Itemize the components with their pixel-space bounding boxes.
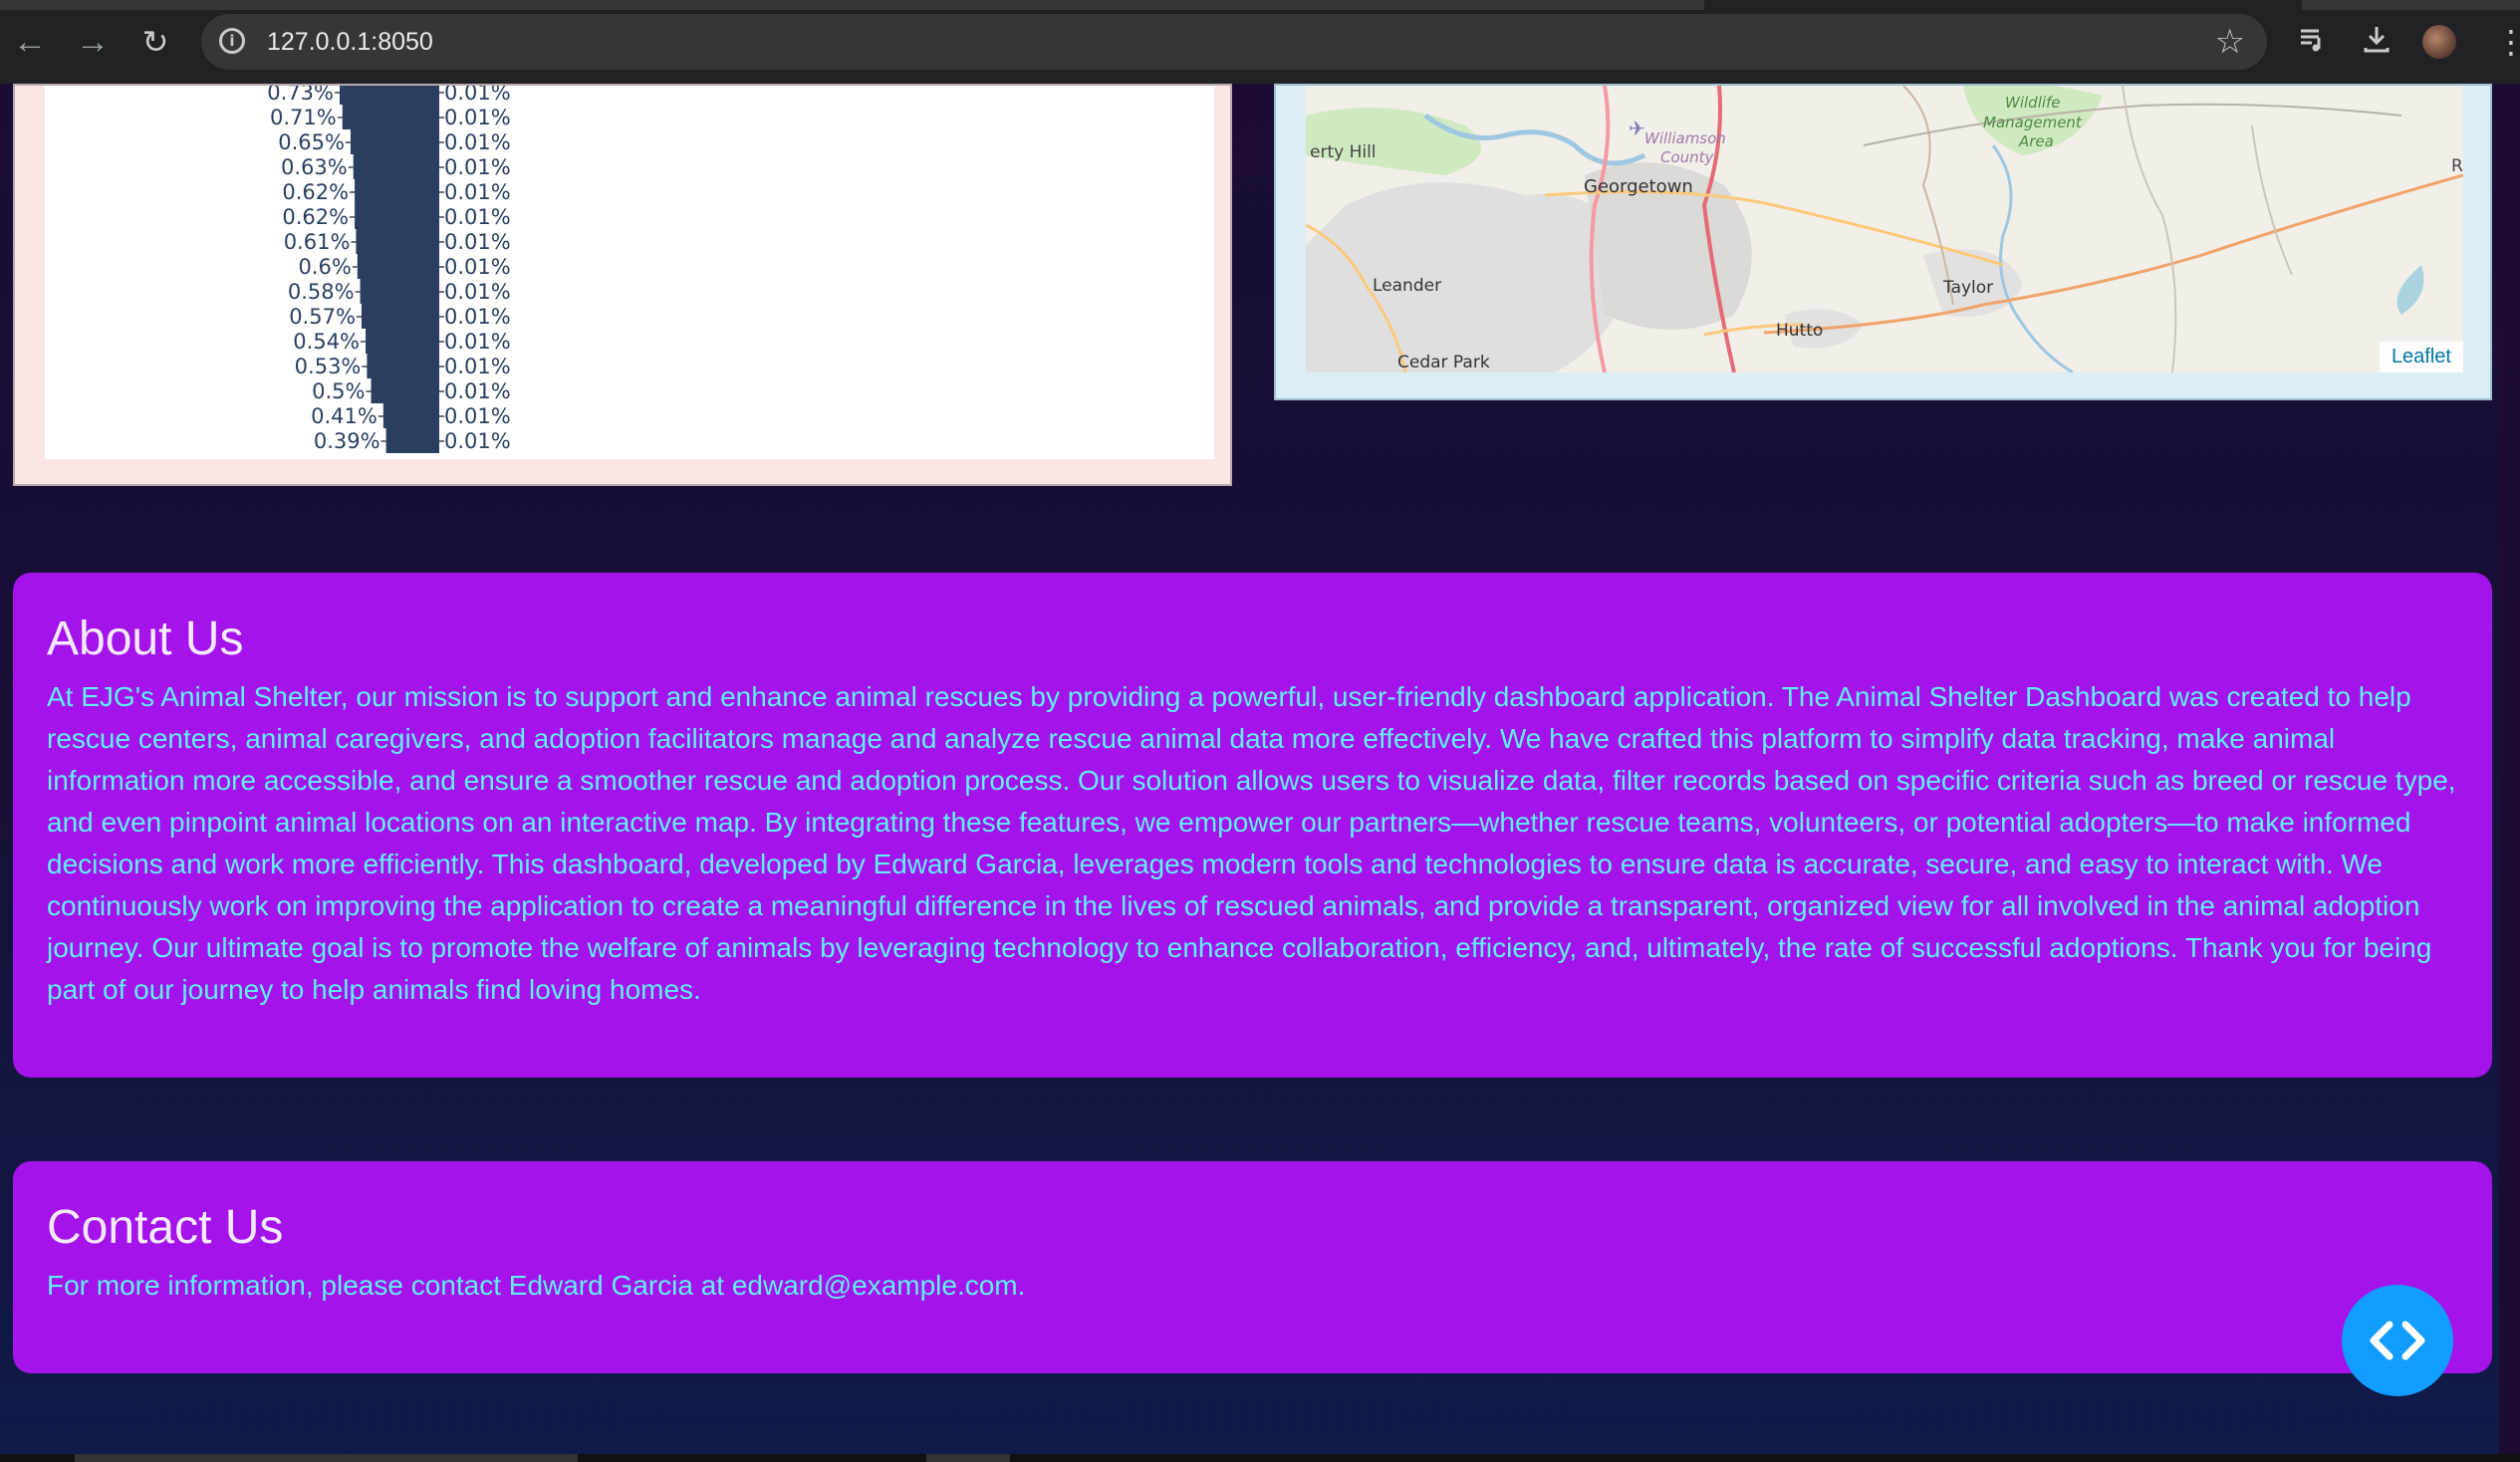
browser-toolbar: ← → ↻ i 127.0.0.1:8050 ☆ ⋮	[0, 0, 2520, 84]
chart-panel: 0.73% 0.01% 0.71% 0.01% 0.65% 0.01% 0.63% 0.01%…	[13, 84, 1232, 486]
interactive-map[interactable]: erty Hill Georgetown Williamson County L…	[1306, 86, 2463, 372]
y2-tick-label: 0.01%	[444, 106, 511, 129]
chart-bar[interactable]	[340, 86, 439, 105]
chart-bar[interactable]	[360, 278, 439, 304]
map-label: County	[1660, 148, 1715, 166]
map-label: Hutto	[1776, 321, 1823, 341]
address-bar[interactable]: i 127.0.0.1:8050 ☆	[201, 14, 2267, 70]
scrollbar-thumb[interactable]	[926, 1454, 1010, 1462]
site-info-icon[interactable]: i	[219, 28, 245, 54]
bar-chart: 0.73% 0.01% 0.71% 0.01% 0.65% 0.01% 0.63% 0.01%…	[45, 86, 1214, 459]
y2-tick-label: 0.01%	[444, 255, 511, 279]
y-tick-label: 0.61%	[284, 230, 351, 254]
contact-title: Contact Us	[47, 1201, 284, 1254]
y2-tick-label: 0.01%	[444, 180, 511, 204]
map-label: erty Hill	[1310, 142, 1377, 162]
horizontal-scrollbar[interactable]	[0, 1454, 2520, 1462]
y-tick-label: 0.41%	[311, 404, 378, 428]
chart-bar[interactable]	[342, 104, 439, 129]
forward-arrow-icon[interactable]: →	[73, 22, 113, 62]
url-text[interactable]: 127.0.0.1:8050	[267, 28, 433, 57]
y2-tick-label: 0.01%	[444, 355, 511, 378]
profile-avatar[interactable]	[2422, 25, 2456, 59]
chart-bar[interactable]	[356, 228, 439, 254]
chart-bar[interactable]	[350, 128, 439, 154]
y2-tick-label: 0.01%	[444, 130, 511, 154]
y-tick-label: 0.58%	[288, 280, 355, 304]
y-tick-label: 0.65%	[278, 130, 345, 154]
y2-tick-label: 0.01%	[444, 330, 511, 354]
chart-bar[interactable]	[366, 328, 439, 354]
y-tick-label: 0.53%	[295, 355, 362, 378]
y-tick-label: 0.73%	[267, 86, 334, 105]
vertical-scrollbar[interactable]	[2499, 84, 2520, 1454]
y-tick-label: 0.39%	[314, 429, 380, 453]
about-title: About Us	[47, 612, 244, 665]
map-label: R	[2451, 156, 2463, 176]
y2-tick-label: 0.01%	[444, 155, 511, 179]
map-label: Williamson	[1644, 129, 1726, 147]
y-tick-label: 0.6%	[298, 255, 351, 279]
chart-bar[interactable]	[371, 377, 439, 403]
chart-bar[interactable]	[355, 178, 439, 204]
bookmark-star-icon[interactable]: ☆	[2215, 22, 2245, 62]
reload-icon[interactable]: ↻	[135, 22, 175, 62]
y2-tick-label: 0.01%	[444, 305, 511, 329]
download-icon[interactable]	[2362, 24, 2392, 62]
bar-chart-svg: 0.73% 0.01% 0.71% 0.01% 0.65% 0.01% 0.63% 0.01%…	[267, 86, 511, 453]
y-tick-label: 0.63%	[281, 155, 348, 179]
y-tick-label: 0.62%	[282, 205, 349, 229]
menu-kebab-icon[interactable]: ⋮	[2495, 22, 2520, 62]
leaflet-attribution-link[interactable]: Leaflet	[2379, 342, 2463, 372]
y2-tick-label: 0.01%	[444, 205, 511, 229]
map-label: Management	[1983, 114, 2083, 131]
chart-bar[interactable]	[382, 402, 439, 428]
y2-tick-label: 0.01%	[444, 230, 511, 254]
y2-tick-label: 0.01%	[444, 280, 511, 304]
y-tick-label: 0.5%	[312, 379, 365, 403]
map-tiles: erty Hill Georgetown Williamson County L…	[1306, 86, 2463, 372]
contact-text: For more information, please contact Edw…	[47, 1270, 1026, 1301]
scrollbar-thumb[interactable]	[75, 1454, 578, 1462]
chart-bar[interactable]	[385, 427, 439, 453]
y-tick-label: 0.57%	[289, 305, 356, 329]
media-queue-icon[interactable]	[2298, 24, 2328, 62]
tab-strip	[0, 0, 2520, 10]
dev-tools-button[interactable]	[2342, 1285, 2453, 1396]
map-label: Georgetown	[1584, 176, 1693, 197]
contact-section: Contact Us For more information, please …	[13, 1161, 2492, 1373]
back-arrow-icon[interactable]: ←	[10, 22, 50, 62]
y-tick-label: 0.62%	[282, 180, 349, 204]
y-tick-label: 0.54%	[293, 330, 360, 354]
chart-bar[interactable]	[355, 203, 439, 229]
chart-bar[interactable]	[357, 253, 439, 279]
map-label: Wildlife	[2005, 94, 2061, 112]
map-label: Area	[2018, 132, 2054, 150]
y2-tick-label: 0.01%	[444, 404, 511, 428]
map-panel: erty Hill Georgetown Williamson County L…	[1274, 84, 2492, 400]
active-tab[interactable]	[1704, 0, 2302, 10]
y2-tick-label: 0.01%	[444, 429, 511, 453]
map-label: Cedar Park	[1397, 353, 1490, 372]
airport-icon: ✈	[1629, 117, 1645, 140]
code-brackets-icon	[2370, 1321, 2425, 1360]
chart-bar[interactable]	[361, 303, 439, 329]
chart-bar[interactable]	[367, 353, 439, 378]
y2-tick-label: 0.01%	[444, 379, 511, 403]
chart-bar[interactable]	[353, 153, 439, 179]
about-section: About Us At EJG's Animal Shelter, our mi…	[13, 573, 2492, 1078]
map-label: Taylor	[1942, 278, 1993, 298]
map-label: Leander	[1373, 276, 1441, 296]
y-tick-label: 0.71%	[270, 106, 337, 129]
about-text: At EJG's Animal Shelter, our mission is …	[47, 681, 2456, 1005]
y2-tick-label: 0.01%	[444, 86, 511, 105]
